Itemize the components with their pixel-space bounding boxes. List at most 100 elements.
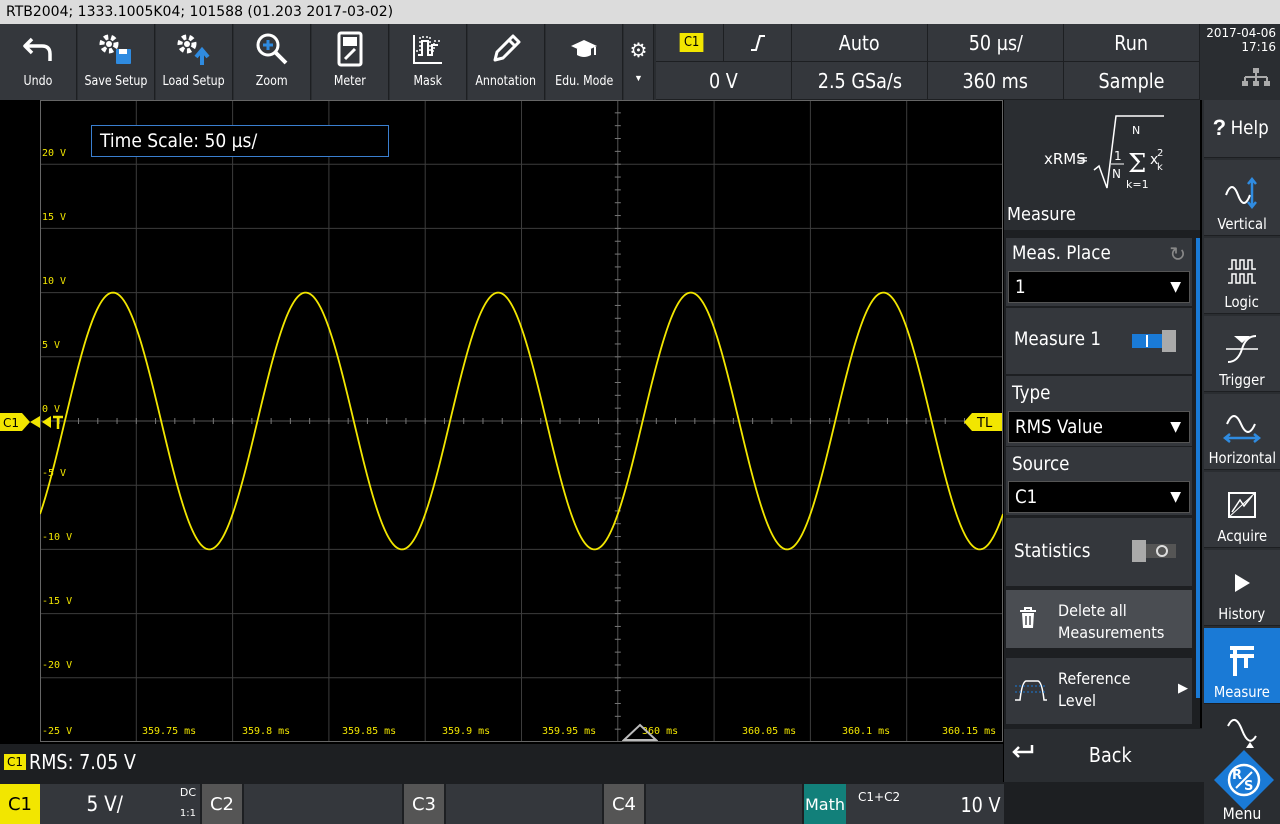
chevron-down-icon: ▼ [1170,279,1181,295]
statistics-toggle[interactable] [1132,540,1176,562]
math-tag[interactable]: Math [804,784,846,824]
time-label: 359.75 ms [142,726,197,737]
svg-text:R: R [1232,768,1242,783]
vertical-icon [1224,171,1260,215]
svg-text:N: N [1112,167,1121,181]
edu-mode-button[interactable]: Edu. Mode [546,24,623,100]
math-settings[interactable]: C1+C2 10 V [846,784,1004,824]
horizontal-icon [1223,405,1261,449]
history-button[interactable]: History [1204,550,1280,626]
toolbar: Undo Save Setup Load Setup Zoom Meter Ma… [0,24,1280,100]
measure1-toggle[interactable] [1132,330,1176,352]
acquire-icon [1226,483,1258,527]
measure1-row[interactable]: Measure 1 [1006,308,1192,374]
measurement-readout-bar: C1 RMS: 7.05 V [0,744,1003,782]
delete-all-measurements-button[interactable]: Delete all Measurements [1006,590,1192,648]
acquisition-mode[interactable]: Sample [1064,62,1200,100]
time-label: 359.9 ms [442,726,491,737]
channel2-tag[interactable]: C2 [202,784,242,824]
trigger-icon [1224,327,1260,371]
load-setup-button[interactable]: Load Setup [156,24,233,100]
type-dropdown[interactable]: RMS Value ▼ [1008,411,1190,443]
help-button[interactable]: ? Help [1204,100,1280,158]
logic-button[interactable]: Logic [1204,238,1280,314]
date-time: 2017-04-06 17:16 [1202,24,1280,100]
channel1-tag[interactable]: C1 [0,784,40,824]
trigger-channel-badge: C1 [679,33,704,52]
voltage-label: 15 V [42,212,67,223]
time-scale[interactable]: 50 µs/ [928,24,1064,62]
svg-text:S: S [1244,779,1253,794]
meter-icon [336,24,364,74]
save-setup-icon [96,24,136,74]
channel3-settings[interactable] [446,784,602,824]
meter-button[interactable]: Meter [312,24,389,100]
channel1-settings[interactable]: 5 V/ DC 1:1 [40,784,200,824]
record-time[interactable]: 360 ms [928,62,1064,100]
acquire-button[interactable]: Acquire [1204,472,1280,548]
rising-edge-icon [750,34,765,51]
chevron-down-icon: ▼ [634,73,643,83]
save-setup-button[interactable]: Save Setup [78,24,155,100]
measure-button[interactable]: Measure [1204,628,1280,704]
svg-text:2: 2 [1157,148,1163,159]
toolbar-settings-button[interactable]: ⚙ ▼ [624,24,654,100]
chevron-down-icon: ▼ [1170,419,1181,435]
voltage-label: -15 V [42,596,73,607]
trigger-button[interactable]: Trigger [1204,316,1280,392]
channel4-settings[interactable] [646,784,802,824]
annotation-button[interactable]: Annotation [468,24,545,100]
load-setup-icon [174,24,214,74]
reference-level-button[interactable]: Reference Level ▶ [1006,658,1192,724]
zoom-button[interactable]: Zoom [234,24,311,100]
time-label: 359.85 ms [342,726,397,737]
back-arrow-icon [1012,743,1036,768]
time-label: 360.1 ms [842,726,891,737]
meas-place-dropdown[interactable]: 1 ▼ [1008,271,1190,303]
trigger-position-marker[interactable] [622,722,658,742]
panel-scrollbar[interactable] [1196,238,1200,698]
date: 2017-04-06 [1206,26,1276,40]
voltage-label: -25 V [42,726,73,737]
svg-text:1: 1 [1114,149,1122,163]
svg-text:k=1: k=1 [1126,178,1149,191]
back-button[interactable]: Back [1004,728,1202,782]
voltage-label: 10 V [42,276,67,287]
menu-button[interactable]: R S Menu [1204,706,1280,824]
undo-button[interactable]: Undo [0,24,77,100]
reset-icon[interactable]: ↻ [1169,242,1186,267]
title-bar: RTB2004; 1333.1005K04; 101588 (01.203 20… [0,0,1280,24]
statistics-row[interactable]: Statistics [1006,518,1192,586]
channel3-tag[interactable]: C3 [404,784,444,824]
chevron-down-icon: ▼ [1170,489,1181,505]
logic-icon [1226,249,1258,293]
time-scale-info-box: Time Scale: 50 µs/ [91,125,389,157]
source-dropdown[interactable]: C1 ▼ [1008,481,1190,513]
mask-icon [410,24,446,74]
svg-text:N: N [1132,124,1140,137]
trigger-source[interactable]: C1 [656,24,724,62]
trigger-level-marker[interactable]: TL [964,412,1002,432]
trigger-mode[interactable]: Auto [792,24,928,62]
svg-text:=: = [1076,150,1089,168]
svg-text:Σ: Σ [1128,149,1146,179]
waveform-display[interactable] [39,99,1004,743]
measure-icon [1227,639,1257,683]
sample-rate[interactable]: 2.5 GSa/s [792,62,928,100]
undo-icon [22,24,54,74]
channel-offset-marker[interactable]: C1 [0,412,40,432]
channel2-settings[interactable] [244,784,402,824]
trigger-level[interactable]: 0 V [656,62,792,100]
rs-logo-icon: R S [1214,750,1274,810]
waveform-menu-icon [1227,719,1257,748]
chevron-right-icon: ▶ [1178,680,1188,695]
trigger-slope[interactable] [724,24,792,62]
time-label: 359.8 ms [242,726,291,737]
trigger-indicator-icon [42,413,63,431]
measurement-readout[interactable]: RMS: 7.05 V [29,750,136,774]
horizontal-button[interactable]: Horizontal [1204,394,1280,470]
channel4-tag[interactable]: C4 [604,784,644,824]
run-stop-button[interactable]: Run [1064,24,1200,62]
vertical-button[interactable]: Vertical [1204,160,1280,236]
mask-button[interactable]: Mask [390,24,467,100]
